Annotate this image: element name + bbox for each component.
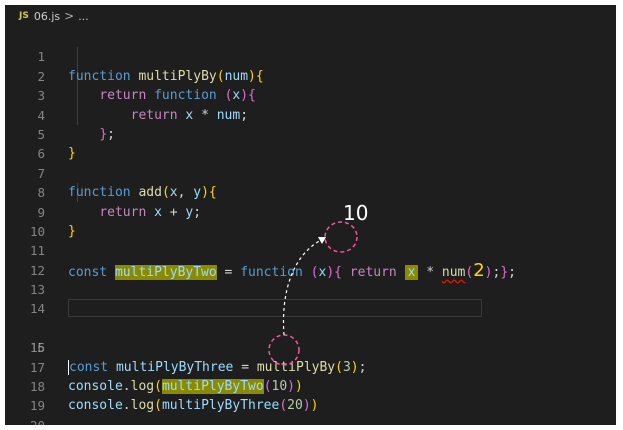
annotation-circle-ten	[268, 334, 300, 366]
editor-window: JS 06.js > ... 1 function multiPlyBy(num…	[5, 5, 616, 425]
annotation-circle-x	[324, 221, 358, 253]
annotation-overlay	[268, 221, 358, 366]
annotation-arrow-path	[282, 238, 324, 336]
